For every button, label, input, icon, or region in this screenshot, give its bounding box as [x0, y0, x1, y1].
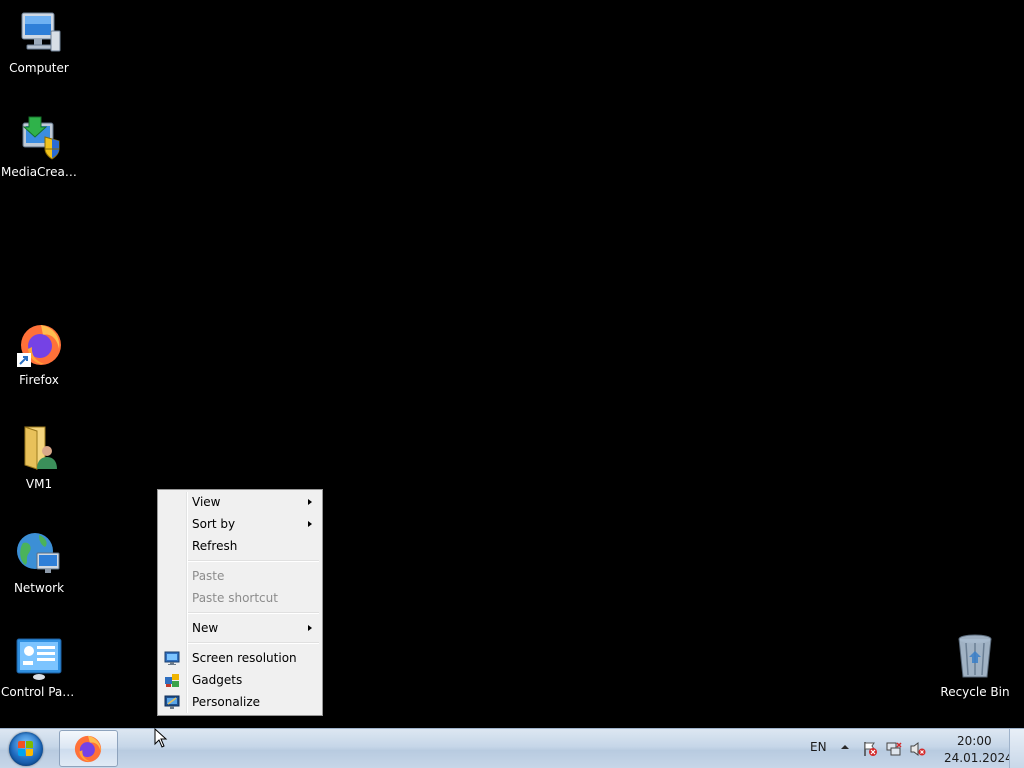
menu-separator — [188, 560, 319, 562]
submenu-arrow-icon — [308, 499, 312, 505]
menu-item-label: Personalize — [192, 695, 261, 709]
menu-item-refresh[interactable]: Refresh — [160, 535, 320, 557]
firefox-icon — [73, 734, 103, 764]
control-panel-icon — [15, 633, 63, 681]
desktop-icon-control-panel[interactable]: Control Panel — [0, 633, 79, 699]
desktop-context-menu: View Sort by Refresh Paste Paste shortcu… — [157, 489, 323, 716]
action-center-flag-icon[interactable] — [862, 741, 878, 757]
desktop-icon-firefox[interactable]: Firefox — [0, 321, 79, 387]
desktop-icon-vm1[interactable]: VM1 — [0, 425, 79, 491]
desktop-icon-label: Control Panel — [1, 685, 79, 699]
taskbar-firefox-button[interactable] — [59, 730, 118, 767]
menu-item-label: Screen resolution — [192, 651, 297, 665]
menu-item-view[interactable]: View — [160, 491, 320, 513]
gadgets-icon — [164, 672, 180, 688]
menu-item-label: Paste — [192, 569, 225, 583]
desktop-icon-mediacreationtool[interactable]: MediaCreat... — [0, 113, 79, 179]
submenu-arrow-icon — [308, 625, 312, 631]
desktop-icon-network[interactable]: Network — [0, 529, 79, 595]
windows-logo-icon — [9, 732, 43, 766]
clock-date[interactable]: 24.01.2024 — [944, 751, 1013, 765]
clock-time[interactable]: 20:00 — [957, 734, 992, 748]
menu-item-label: Sort by — [192, 517, 236, 531]
language-indicator[interactable]: EN — [810, 740, 827, 754]
desktop-icon-recycle-bin[interactable]: Recycle Bin — [935, 633, 1015, 699]
show-hidden-icons-arrow[interactable] — [840, 741, 856, 757]
menu-item-label: New — [192, 621, 219, 635]
menu-separator — [188, 612, 319, 614]
personalize-icon — [164, 694, 180, 710]
menu-item-paste: Paste — [160, 565, 320, 587]
show-desktop-button[interactable] — [1009, 729, 1024, 768]
menu-item-label: Paste shortcut — [192, 591, 278, 605]
menu-item-sort-by[interactable]: Sort by — [160, 513, 320, 535]
menu-item-label: Refresh — [192, 539, 238, 553]
volume-muted-icon[interactable] — [910, 741, 926, 757]
desktop-icon-label: Network — [13, 581, 65, 595]
desktop-icon-label: VM1 — [25, 477, 53, 491]
menu-item-label: Gadgets — [192, 673, 243, 687]
desktop-icon-label: Firefox — [19, 373, 59, 387]
submenu-arrow-icon — [308, 521, 312, 527]
firefox-icon — [15, 321, 63, 369]
media-creation-tool-icon — [15, 113, 63, 161]
desktop-icon-label: Recycle Bin — [940, 685, 1010, 699]
computer-icon — [15, 9, 63, 57]
user-folder-icon — [15, 425, 63, 473]
network-icon — [15, 529, 63, 577]
mouse-cursor-icon — [154, 727, 168, 748]
menu-separator — [188, 642, 319, 644]
network-disconnected-icon[interactable] — [886, 741, 902, 757]
menu-item-gadgets[interactable]: Gadgets — [160, 669, 320, 691]
menu-item-paste-shortcut: Paste shortcut — [160, 587, 320, 609]
desktop-icon-label: Computer — [9, 61, 69, 75]
desktop-icon-label: MediaCreat... — [1, 165, 79, 179]
screen-resolution-icon — [164, 650, 180, 666]
menu-item-personalize[interactable]: Personalize — [160, 691, 320, 713]
desktop-icon-computer[interactable]: Computer — [0, 9, 79, 75]
recycle-bin-icon — [951, 633, 999, 681]
menu-item-label: View — [192, 495, 221, 509]
start-button[interactable] — [6, 731, 48, 767]
menu-item-new[interactable]: New — [160, 617, 320, 639]
menu-item-screen-resolution[interactable]: Screen resolution — [160, 647, 320, 669]
